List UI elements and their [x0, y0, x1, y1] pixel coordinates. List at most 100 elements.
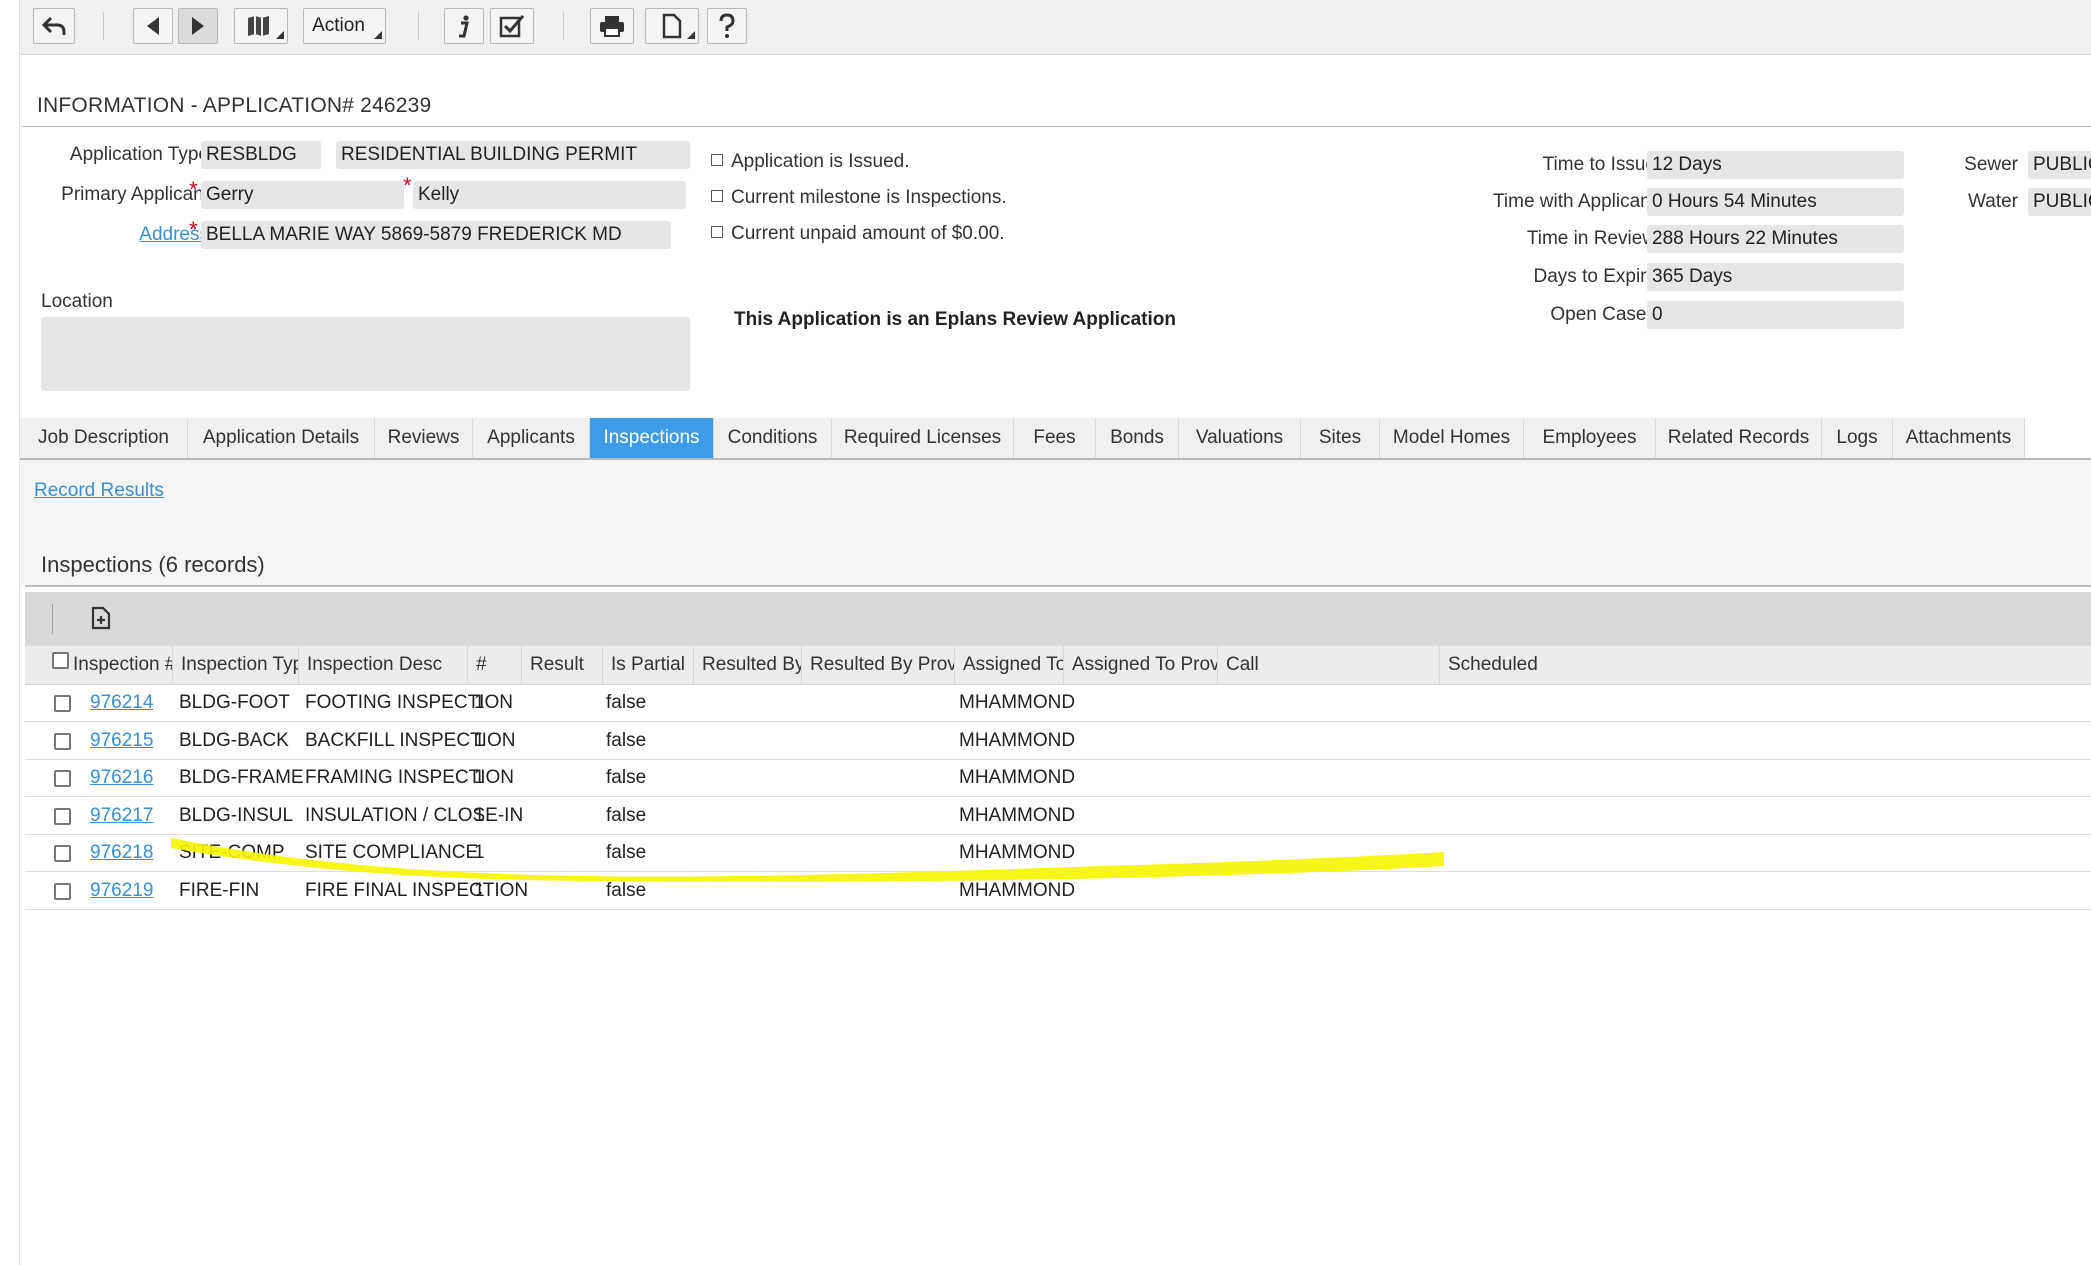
table-row[interactable]: 976214 BLDG-FOOT FOOTING INSPECTION 1 false M… [25, 684, 2091, 722]
column-resulted-by-provider[interactable]: Resulted By Provider [802, 646, 955, 684]
is-partial-cell: false [606, 729, 647, 751]
undo-icon [41, 16, 66, 35]
days-to-expiry-label: Days to Expiry [1533, 266, 1656, 287]
column-assigned-to[interactable]: Assigned To [955, 646, 1064, 684]
tab-conditions[interactable]: Conditions [714, 418, 832, 458]
inspection-count-cell: 1 [474, 692, 485, 713]
document-button[interactable] [645, 8, 699, 44]
column-inspection-number[interactable]: Inspection # [65, 646, 173, 684]
tab-job-description[interactable]: Job Description [20, 418, 188, 458]
page-title: INFORMATION - APPLICATION# 246239 [37, 94, 432, 117]
previous-button[interactable] [133, 8, 173, 44]
row-checkbox[interactable] [54, 770, 71, 787]
tab-required-licenses[interactable]: Required Licenses [832, 418, 1014, 458]
column-inspection-desc[interactable]: Inspection Desc [299, 646, 468, 684]
column-inspection-type[interactable]: Inspection Type [173, 646, 299, 684]
tab-inspections[interactable]: Inspections [590, 418, 714, 458]
tab-attachments[interactable]: Attachments [1893, 418, 2025, 458]
next-button[interactable] [178, 8, 218, 44]
application-type-code-field[interactable]: RESBLDG [201, 141, 321, 169]
inspection-type-cell: BLDG-FOOT [179, 692, 290, 713]
inspection-desc-cell: SITE COMPLIANCE [305, 842, 479, 863]
is-partial-cell: false [606, 879, 647, 901]
column-result[interactable]: Result [522, 646, 603, 684]
primary-applicant-first-field[interactable]: Gerry [201, 181, 404, 209]
column-resulted-by[interactable]: Resulted By [694, 646, 802, 684]
time-to-issue-field: 12 Days [1647, 151, 1904, 179]
inspection-number-link[interactable]: 976218 [90, 842, 153, 863]
open-cases-field: 0 [1647, 301, 1904, 329]
help-button[interactable] [707, 8, 747, 44]
assigned-to-cell: MHAMMOND [959, 729, 1076, 751]
tab-fees[interactable]: Fees [1014, 418, 1096, 458]
required-marker: * [189, 217, 198, 242]
toolbar-separator [103, 12, 104, 40]
column-is-partial[interactable]: Is Partial [603, 646, 694, 684]
tab-model-homes[interactable]: Model Homes [1380, 418, 1524, 458]
checklist-button[interactable] [490, 8, 534, 44]
tab-application-details[interactable]: Application Details [188, 418, 375, 458]
is-partial-cell: false [606, 842, 647, 863]
inspection-number-cell: 976214 [90, 684, 153, 721]
grid-toolbar [25, 592, 2091, 646]
info-button[interactable] [444, 8, 484, 44]
tab-sites[interactable]: Sites [1301, 418, 1380, 458]
inspection-type-cell: FIRE-FIN [179, 879, 260, 901]
time-in-review-field: 288 Hours 22 Minutes [1647, 225, 1904, 253]
tab-logs[interactable]: Logs [1822, 418, 1893, 458]
table-row[interactable]: 976217 BLDG-INSUL INSULATION / CLOSE-IN 1 fa… [25, 797, 2091, 835]
inspection-number-link[interactable]: 976216 [90, 767, 153, 788]
row-checkbox[interactable] [54, 807, 71, 825]
inspections-divider [25, 585, 2091, 587]
table-row[interactable]: 976219 FIRE-FIN FIRE FINAL INSPECTION 1 fals… [25, 872, 2091, 910]
address-link[interactable]: Address [139, 224, 209, 245]
column-number[interactable]: # [468, 646, 522, 684]
inspection-type-cell: BLDG-FRAME [179, 767, 304, 788]
tab-employees[interactable]: Employees [1524, 418, 1656, 458]
address-field[interactable]: BELLA MARIE WAY 5869-5879 FREDERICK MD [201, 221, 671, 249]
time-in-review-label: Time in Review [1526, 228, 1656, 249]
inspection-number-link[interactable]: 976217 [90, 805, 153, 826]
primary-applicant-last-field[interactable]: Kelly [413, 181, 686, 209]
info-icon [459, 15, 469, 38]
toolbar-separator [563, 12, 564, 40]
sewer-field: PUBLIC [2028, 151, 2091, 179]
application-type-desc-field[interactable]: RESIDENTIAL BUILDING PERMIT [336, 141, 690, 169]
tab-valuations[interactable]: Valuations [1179, 418, 1301, 458]
table-row[interactable]: 976215 BLDG-BACK BACKFILL INSPECTION 1 false… [25, 722, 2091, 760]
tab-related-records[interactable]: Related Records [1656, 418, 1822, 458]
undo-button[interactable] [33, 8, 75, 44]
add-record-icon[interactable] [90, 606, 112, 630]
milestone-status: Current milestone is Inspections. [711, 187, 1007, 209]
tab-applicants[interactable]: Applicants [473, 418, 590, 458]
table-row[interactable]: 976218 SITE-COMP SITE COMPLIANCE 1 false MHAM… [25, 834, 2091, 872]
dropdown-caret-icon [276, 31, 284, 39]
inspection-number-link[interactable]: 976219 [90, 880, 153, 901]
required-marker: * [189, 177, 198, 202]
toolbar-separator [418, 12, 419, 40]
document-icon [662, 13, 682, 39]
location-field[interactable] [41, 317, 690, 391]
print-button[interactable] [590, 8, 634, 44]
inspection-number-link[interactable]: 976214 [90, 692, 153, 713]
row-checkbox[interactable] [54, 845, 71, 862]
issued-status: Application is Issued. [711, 151, 910, 173]
inspection-type-cell: BLDG-INSUL [179, 804, 294, 826]
record-results-link[interactable]: Record Results [34, 480, 164, 502]
action-menu-button[interactable]: Action [303, 8, 386, 44]
row-checkbox[interactable] [54, 695, 71, 712]
tab-bonds[interactable]: Bonds [1096, 418, 1179, 458]
assigned-to-cell: MHAMMOND [959, 767, 1076, 788]
table-row[interactable]: 976216 BLDG-FRAME FRAMING INSPECTION 1 false… [25, 759, 2091, 797]
dropdown-caret-icon [374, 31, 382, 39]
tab-reviews[interactable]: Reviews [375, 418, 473, 458]
column-scheduled[interactable]: Scheduled [1440, 646, 2091, 684]
inspection-type-cell: BLDG-BACK [179, 729, 289, 751]
map-button[interactable] [234, 8, 288, 44]
column-assigned-to-provider[interactable]: Assigned To Provider [1064, 646, 1218, 684]
row-checkbox[interactable] [54, 732, 71, 750]
row-checkbox[interactable] [54, 882, 71, 900]
column-call[interactable]: Call [1218, 646, 1440, 684]
sewer-label: Sewer [1964, 154, 2018, 175]
inspection-number-link[interactable]: 976215 [90, 730, 153, 751]
